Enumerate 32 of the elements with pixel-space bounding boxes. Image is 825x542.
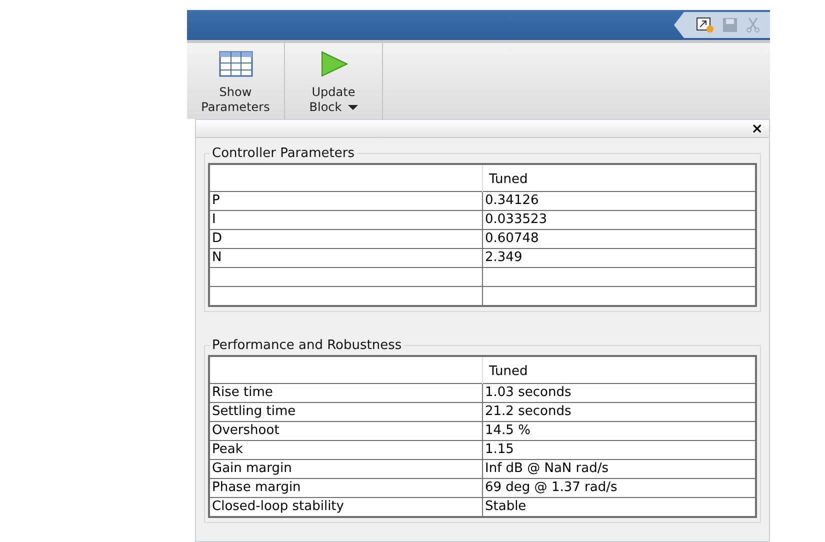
- table-cell: P: [209, 192, 482, 210]
- table-cell: Gain margin: [209, 460, 482, 478]
- table-cell: 21.2 seconds: [482, 402, 756, 422]
- new-window-icon[interactable]: [696, 17, 714, 33]
- table-cell: 0.34126: [482, 192, 756, 210]
- save-icon[interactable]: [722, 17, 738, 33]
- table-cell: 14.5 %: [482, 422, 756, 440]
- table-cell: I: [209, 210, 482, 230]
- table-cell: Peak: [209, 440, 482, 460]
- caret-icon: [348, 105, 358, 111]
- table-icon: [218, 51, 252, 77]
- table-cell: 0.033523: [482, 210, 756, 230]
- table-cell: Overshoot: [209, 422, 482, 440]
- table-cell: 69 deg @ 1.37 rad/s: [482, 478, 756, 498]
- table-cell: 0.60748: [482, 230, 756, 248]
- table-cell: N: [209, 248, 482, 268]
- table-cell: D: [209, 230, 482, 248]
- show-parameters-button[interactable]: Show Parameters: [187, 43, 285, 119]
- table-cell: Rise time: [209, 384, 482, 402]
- close-button[interactable]: ×: [751, 122, 763, 136]
- table-cell: 1.03 seconds: [482, 384, 756, 402]
- column-header: Tuned: [482, 356, 756, 384]
- table-cell: Settling time: [209, 402, 482, 422]
- table-cell: Inf dB @ NaN rad/s: [482, 460, 756, 478]
- scissors-icon[interactable]: [746, 17, 760, 33]
- group-title: Performance and Robustness: [211, 338, 403, 353]
- table-cell: 2.349: [482, 248, 756, 268]
- table-cell: Phase margin: [209, 478, 482, 498]
- group-title: Controller Parameters: [211, 146, 356, 161]
- table-cell: 1.15: [482, 440, 756, 460]
- play-icon: [320, 51, 348, 77]
- column-header: Tuned: [482, 164, 756, 192]
